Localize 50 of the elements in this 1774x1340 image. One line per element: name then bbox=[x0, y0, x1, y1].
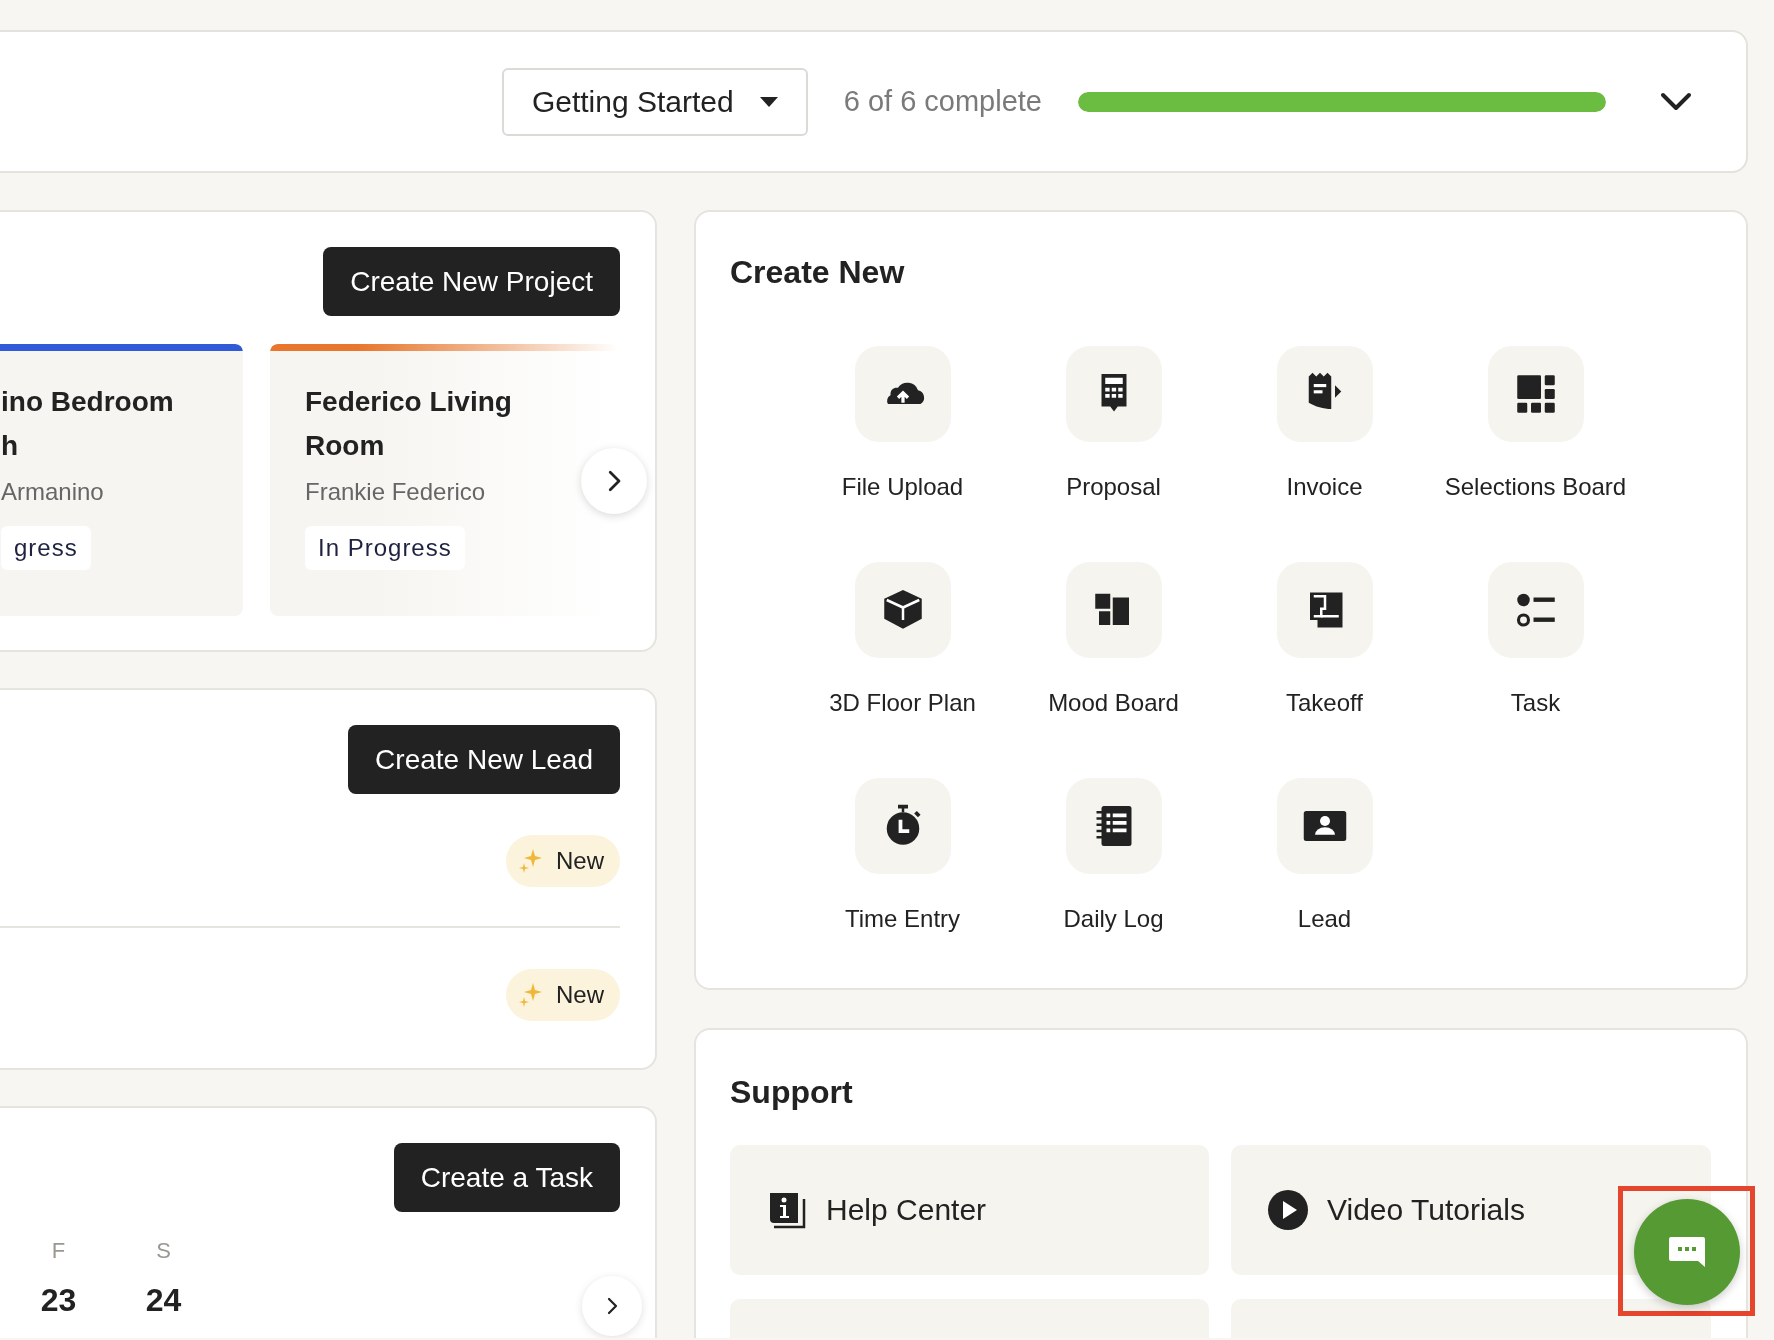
tile-label: Time Entry bbox=[843, 904, 962, 934]
section-title: Create New bbox=[729, 253, 906, 292]
chevron-down-icon[interactable] bbox=[1660, 91, 1692, 112]
tile-label: Task bbox=[1509, 688, 1562, 718]
section-title: Support bbox=[729, 1073, 854, 1112]
create-lead-button[interactable]: Create New Lead bbox=[348, 725, 620, 794]
project-card[interactable]: ino Bedroom h Armanino gress bbox=[0, 344, 243, 616]
create-tile[interactable] bbox=[1065, 778, 1162, 874]
weekday-label: F bbox=[51, 1238, 66, 1264]
tile-label: Selections Board bbox=[1443, 472, 1628, 502]
status-badge: In Progress bbox=[305, 526, 465, 570]
checklist-dropdown[interactable]: Getting Started bbox=[501, 67, 808, 136]
new-badge: New bbox=[506, 969, 620, 1021]
support-link[interactable]: Video Tutorials bbox=[1231, 1145, 1711, 1275]
create-tile[interactable] bbox=[1276, 778, 1373, 874]
create-tile[interactable] bbox=[1065, 562, 1162, 658]
client-name: Frankie Federico bbox=[305, 478, 487, 506]
next-button[interactable] bbox=[581, 448, 647, 514]
create-tile[interactable] bbox=[854, 346, 951, 442]
tile-label: Lead bbox=[1296, 904, 1353, 934]
create-tile[interactable] bbox=[854, 778, 951, 874]
project-title: Federico Living Room bbox=[305, 385, 513, 463]
tile-label: Invoice bbox=[1285, 472, 1364, 502]
tile-label: Daily Log bbox=[1062, 904, 1165, 934]
weekday-label: S bbox=[156, 1238, 171, 1264]
tile-label: File Upload bbox=[840, 472, 965, 502]
project-title: ino Bedroom h bbox=[1, 385, 175, 463]
create-tile[interactable] bbox=[854, 562, 951, 658]
tile-label: 3D Floor Plan bbox=[828, 688, 977, 718]
calendar-date[interactable]: 23 bbox=[40, 1282, 77, 1319]
create-tile[interactable] bbox=[1487, 346, 1584, 442]
play-icon bbox=[1267, 1189, 1309, 1231]
create-tile[interactable] bbox=[1487, 562, 1584, 658]
create-task-button[interactable]: Create a Task bbox=[393, 1143, 620, 1212]
create-tile[interactable] bbox=[1065, 346, 1162, 442]
progress-text: 6 of 6 complete bbox=[843, 85, 1042, 118]
caret-icon bbox=[759, 96, 778, 107]
new-badge: New bbox=[506, 835, 620, 887]
tile-label: Proposal bbox=[1065, 472, 1162, 502]
tile-label: Takeoff bbox=[1285, 688, 1364, 718]
project-card[interactable]: Federico Living Room Frankie Federico In Progress bbox=[270, 344, 618, 616]
create-project-button[interactable]: Create New Project bbox=[323, 247, 620, 316]
create-tile[interactable] bbox=[1276, 346, 1373, 442]
support-link[interactable]: Help Center bbox=[730, 1145, 1209, 1275]
tile-label: Mood Board bbox=[1047, 688, 1180, 718]
client-name: Armanino bbox=[1, 478, 105, 506]
chat-bubble-icon bbox=[1668, 1235, 1706, 1269]
calendar-date[interactable]: 24 bbox=[145, 1282, 182, 1319]
status-badge: gress bbox=[1, 526, 91, 570]
create-tile[interactable] bbox=[1276, 562, 1373, 658]
